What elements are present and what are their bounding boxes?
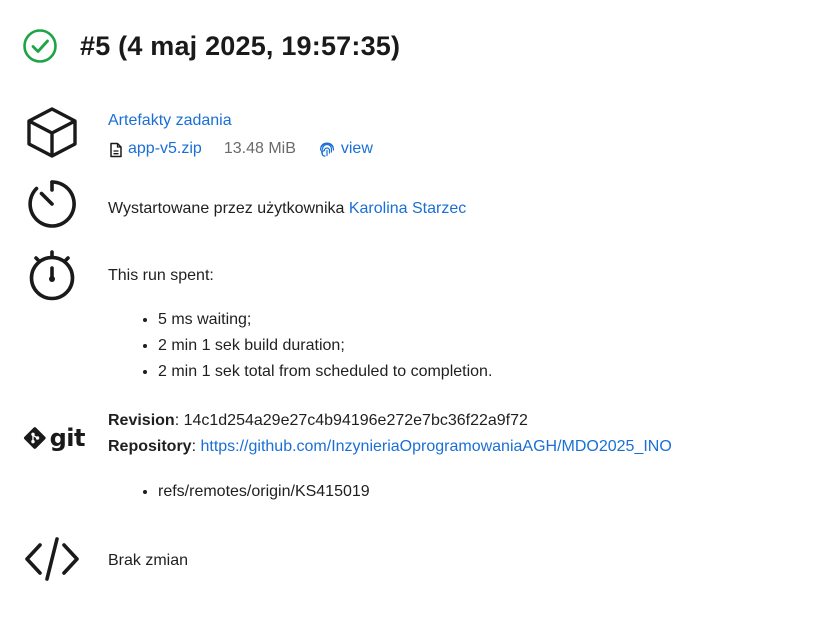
timer-icon: [28, 180, 76, 228]
code-icon: [25, 537, 79, 581]
stopwatch-icon: [29, 250, 75, 301]
revision-value: : 14c1d254a29e27c4b94196e272e7bc36f22a9f…: [174, 412, 528, 429]
refs-list: refs/remotes/origin/KS415019: [108, 479, 370, 505]
repository-link[interactable]: https://github.com/InzynieriaOprogramowa…: [200, 438, 671, 455]
revision-line: Revision: 14c1d254a29e27c4b94196e272e7bc…: [108, 408, 672, 434]
fingerprint-view-link[interactable]: view: [341, 136, 373, 162]
success-check-icon: [23, 29, 57, 63]
revision-label: Revision: [108, 412, 175, 429]
file-icon: [110, 142, 122, 158]
fingerprint-icon[interactable]: [318, 140, 336, 158]
build-header: #5 (4 maj 2025, 19:57:35): [22, 28, 400, 64]
repository-label: Repository: [108, 438, 192, 455]
page-title: #5 (4 maj 2025, 19:57:35): [80, 30, 401, 61]
no-changes-text: Brak zmian: [108, 552, 189, 569]
artifacts-link[interactable]: Artefakty zadania: [108, 112, 232, 129]
list-item: 2 min 1 sek total from scheduled to comp…: [158, 359, 492, 385]
run-spent-list: 5 ms waiting; 2 min 1 sek build duration…: [108, 307, 492, 385]
artifact-file-size: 13.48 MiB: [223, 140, 296, 157]
user-link[interactable]: Karolina Starzec: [349, 200, 466, 217]
list-item: 5 ms waiting;: [158, 307, 492, 333]
git-diamond-icon: [23, 427, 46, 449]
package-box-icon: [27, 107, 77, 158]
list-item: 2 min 1 sek build duration;: [158, 333, 492, 359]
git-logo-text: git: [49, 424, 86, 452]
started-by-text: Wystartowane przez użytkownika: [108, 200, 349, 217]
artifact-item: app-v5.zip 13.48 MiB view: [108, 136, 373, 162]
git-logo: git: [23, 424, 86, 452]
repository-line: Repository: https://github.com/Inzynieri…: [108, 434, 672, 460]
artifact-file-link[interactable]: app-v5.zip: [128, 136, 202, 162]
run-spent-heading: This run spent:: [108, 267, 214, 284]
list-item: refs/remotes/origin/KS415019: [158, 479, 370, 505]
